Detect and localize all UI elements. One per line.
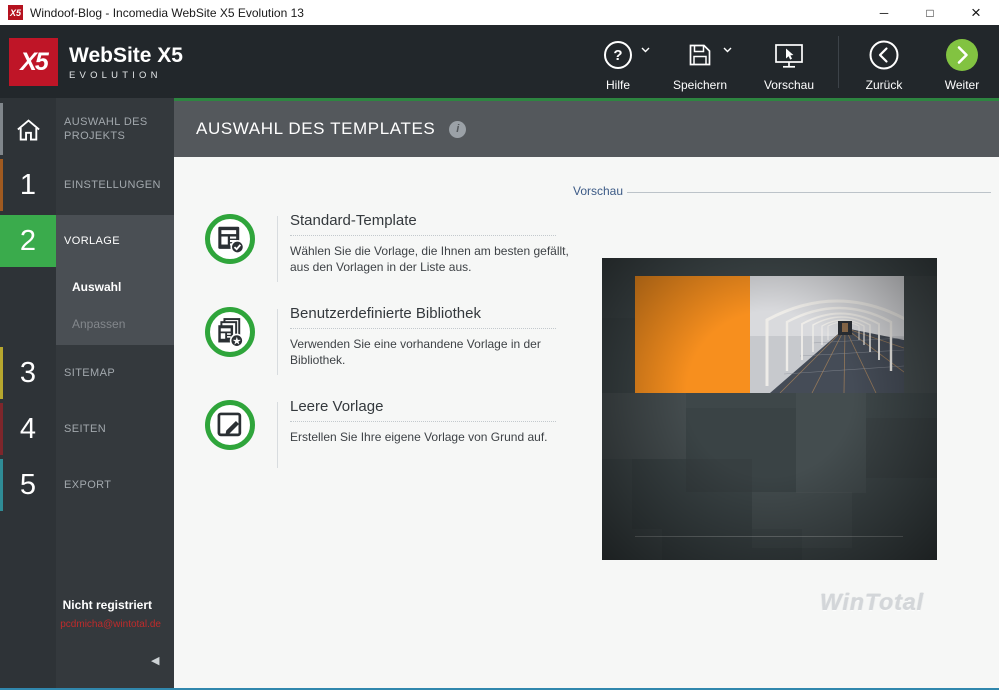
- home-icon: [16, 118, 40, 140]
- page-header: AUSWAHL DES TEMPLATES i: [174, 98, 999, 157]
- chevron-down-icon: [723, 47, 732, 53]
- option-title: Leere Vorlage: [290, 398, 384, 415]
- option-empty-template[interactable]: Leere Vorlage Erstellen Sie Ihre eigene …: [200, 398, 584, 482]
- app-icon[interactable]: X5: [8, 5, 23, 20]
- option-description: Erstellen Sie Ihre eigene Vorlage von Gr…: [290, 430, 548, 444]
- preview-group-rule: [627, 192, 991, 193]
- help-button[interactable]: ? Hilfe: [580, 33, 656, 92]
- save-icon: [689, 44, 711, 66]
- minimize-button[interactable]: ─: [861, 0, 907, 25]
- dotted-rule: [290, 328, 556, 329]
- page-title: AUSWAHL DES TEMPLATES: [196, 119, 436, 138]
- sidebar-item-seiten[interactable]: 4 SEITEN: [0, 403, 174, 455]
- step-number: 4: [19, 412, 37, 445]
- preview-button[interactable]: Vorschau: [751, 33, 827, 92]
- toolbar-separator: [838, 36, 839, 88]
- preview-group-label: Vorschau: [573, 184, 624, 198]
- option-title: Standard-Template: [290, 212, 417, 229]
- brand-logo: X5 WebSite X5 EVOLUTION: [9, 38, 183, 86]
- option-standard-template[interactable]: Standard-Template Wählen Sie die Vorlage…: [200, 212, 584, 296]
- standard-template-icon: [218, 226, 245, 254]
- custom-library-icon: ★: [218, 318, 244, 348]
- option-description: Verwenden Sie eine vorhandene Vorlage in…: [290, 337, 541, 367]
- wintotal-watermark: WinTotal: [820, 589, 925, 615]
- option-title: Benutzerdefinierte Bibliothek: [290, 305, 481, 322]
- logo-subtitle: EVOLUTION: [69, 70, 162, 81]
- steps-sidebar: AUSWAHL DES PROJEKTS 1 EINSTELLUNGEN 2 V…: [0, 98, 174, 688]
- registration-status: Nicht registriert: [62, 598, 152, 612]
- dotted-rule: [290, 421, 556, 422]
- sidebar-subitem-anpassen[interactable]: Anpassen: [72, 317, 125, 331]
- next-label: Weiter: [944, 78, 980, 92]
- sidebar-item-sitemap[interactable]: 3 SITEMAP: [0, 347, 174, 399]
- info-icon[interactable]: i: [449, 120, 467, 138]
- dotted-rule: [290, 235, 556, 236]
- sidebar-item-vorlage[interactable]: 2 VORLAGE: [0, 215, 174, 267]
- preview-icon: [775, 43, 803, 68]
- preview-label: Vorschau: [763, 78, 815, 92]
- chevron-down-icon: [641, 47, 650, 53]
- next-button[interactable]: Weiter: [924, 33, 999, 92]
- step-number: 3: [19, 356, 37, 389]
- sidebar-item-einstellungen[interactable]: 1 EINSTELLUNGEN: [0, 159, 174, 211]
- sidebar-collapse-arrow[interactable]: ◀: [151, 654, 159, 667]
- option-description: Wählen Sie die Vorlage, die Ihnen am bes…: [290, 244, 569, 274]
- empty-template-icon: [217, 412, 242, 437]
- app-window: X5 Windoof-Blog - Incomedia WebSite X5 E…: [0, 0, 999, 690]
- step-label: AUSWAHL DES PROJEKTS: [64, 116, 148, 142]
- back-button[interactable]: Zurück: [846, 33, 922, 92]
- svg-text:★: ★: [232, 336, 241, 347]
- registration-email-link[interactable]: pcdmicha@wintotal.de: [60, 619, 161, 630]
- template-orange-block: [635, 276, 750, 393]
- titlebar: X5 Windoof-Blog - Incomedia WebSite X5 E…: [0, 0, 999, 25]
- sidebar-item-project-selection[interactable]: AUSWAHL DES PROJEKTS: [0, 103, 174, 155]
- logo-title: WebSite X5: [69, 44, 183, 67]
- step-label: EXPORT: [64, 479, 112, 491]
- step-label: VORLAGE: [64, 235, 120, 247]
- step-label: SEITEN: [64, 423, 107, 435]
- maximize-button[interactable]: □: [907, 0, 953, 25]
- step-number: 1: [19, 168, 37, 201]
- cloister-photo: [750, 276, 904, 393]
- sidebar-item-export[interactable]: 5 EXPORT: [0, 459, 174, 511]
- save-button[interactable]: Speichern: [662, 33, 738, 92]
- next-icon: [946, 39, 978, 71]
- toolbar: X5 WebSite X5 EVOLUTION ? Hilfe Speicher…: [0, 25, 999, 98]
- window-title: Windoof-Blog - Incomedia WebSite X5 Evol…: [30, 5, 304, 20]
- help-icon: ?: [604, 41, 632, 69]
- step-label: SITEMAP: [64, 367, 116, 379]
- window-controls: ─ □ ×: [861, 0, 999, 25]
- help-label: Hilfe: [605, 78, 630, 92]
- registration-info: Nicht registriert pcdmicha@wintotal.de: [60, 598, 161, 630]
- main-content: Standard-Template Wählen Sie die Vorlage…: [174, 157, 999, 688]
- back-label: Zurück: [865, 78, 903, 92]
- step-number: 5: [19, 468, 37, 501]
- save-label: Speichern: [672, 78, 728, 92]
- option-custom-library[interactable]: ★ Benutzerdefinierte Bibliothek Verwende…: [200, 305, 584, 389]
- sidebar-subitem-auswahl[interactable]: Auswahl: [72, 280, 121, 294]
- close-button[interactable]: ×: [953, 0, 999, 25]
- template-footer-rule: [635, 536, 903, 537]
- template-preview-image: [602, 258, 937, 560]
- step-label: EINSTELLUNGEN: [64, 179, 161, 191]
- x5-logo-badge: X5: [9, 38, 58, 86]
- step-number: 2: [0, 215, 56, 267]
- back-icon: [869, 40, 899, 70]
